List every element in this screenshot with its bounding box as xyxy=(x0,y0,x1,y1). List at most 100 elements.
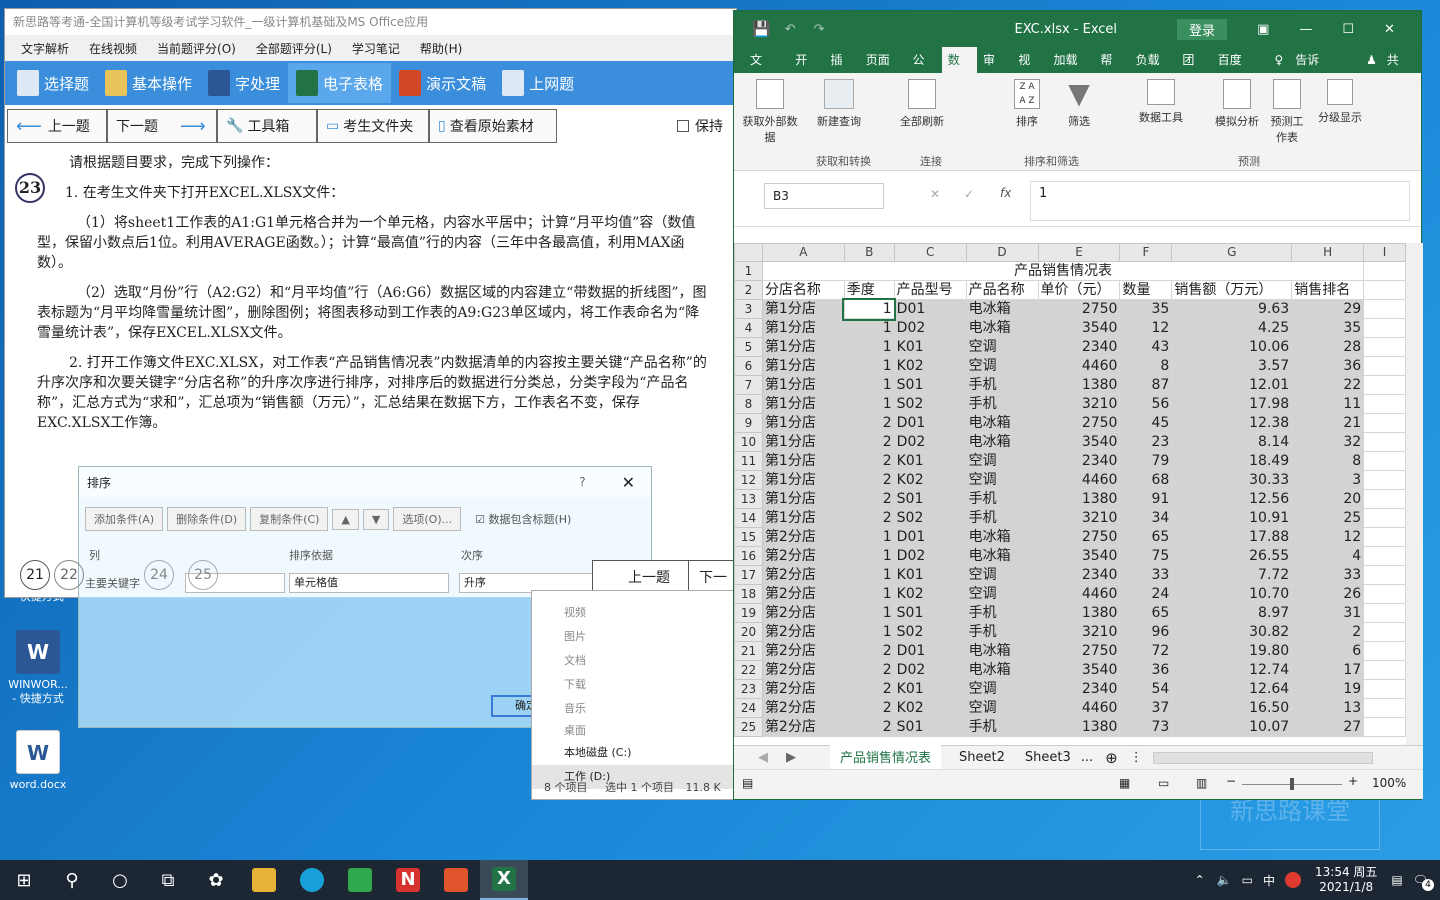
cell[interactable]: 电冰箱 xyxy=(965,318,1039,338)
n-app[interactable]: N xyxy=(384,860,432,900)
cell[interactable]: 4460 xyxy=(1037,584,1121,604)
cell[interactable]: 1 xyxy=(843,394,895,414)
cell[interactable]: 10.06 xyxy=(1171,337,1293,357)
cell[interactable]: 35 xyxy=(1291,318,1365,338)
forecast-button[interactable]: 预测工作表 xyxy=(1266,77,1308,145)
clock[interactable]: 13:54 周五 2021/1/8 xyxy=(1315,865,1377,895)
zoom-out-icon[interactable]: − xyxy=(1226,774,1236,788)
cell[interactable]: 第1分店 xyxy=(761,413,845,433)
cell[interactable]: K01 xyxy=(893,679,967,699)
sheet-tab[interactable]: Sheet2 xyxy=(951,747,1013,768)
cell[interactable]: 第1分店 xyxy=(761,432,845,452)
sogou-icon[interactable] xyxy=(1285,872,1302,888)
module-excel[interactable]: 电子表格 xyxy=(288,63,392,103)
desktop-notes-icon[interactable]: ▤ xyxy=(1391,873,1402,887)
cell[interactable]: S02 xyxy=(893,508,967,528)
cell[interactable]: 第2分店 xyxy=(761,698,845,718)
cell[interactable]: 79 xyxy=(1119,451,1173,471)
row-header[interactable]: 23 xyxy=(734,679,763,699)
menu-item[interactable]: 在线视频 xyxy=(89,40,137,57)
macro-icon[interactable]: ▤ xyxy=(742,776,753,790)
cell[interactable]: 3540 xyxy=(1037,432,1121,452)
cell[interactable]: 2340 xyxy=(1037,565,1121,585)
cell[interactable]: 4.25 xyxy=(1171,318,1293,338)
cell[interactable]: S01 xyxy=(893,375,967,395)
module-ppt[interactable]: 演示文稿 xyxy=(391,63,494,103)
save-icon[interactable]: 💾 xyxy=(752,20,771,38)
camtasia-app[interactable] xyxy=(336,860,384,900)
cell[interactable]: 10.91 xyxy=(1171,508,1293,528)
cell[interactable]: 2 xyxy=(843,432,895,452)
cell[interactable]: 34 xyxy=(1119,508,1173,528)
cell[interactable]: 12 xyxy=(1291,527,1365,547)
fx-icon[interactable]: fx xyxy=(1000,186,1011,200)
cell[interactable]: 第2分店 xyxy=(761,717,845,737)
menu-item[interactable]: 当前题评分(O) xyxy=(157,40,236,57)
redo-icon[interactable]: ↷ xyxy=(814,22,825,37)
exam-folder-button[interactable]: ▭ 考生文件夹 xyxy=(317,109,429,143)
row-header[interactable]: 8 xyxy=(734,394,763,414)
cell[interactable]: 第1分店 xyxy=(761,470,845,490)
tab-team[interactable]: 团队 xyxy=(1176,47,1211,93)
cell[interactable]: 空调 xyxy=(965,584,1039,604)
cell[interactable]: 3210 xyxy=(1037,622,1121,642)
cell[interactable]: 2750 xyxy=(1037,413,1121,433)
cell[interactable]: 12.74 xyxy=(1171,660,1293,680)
cell[interactable]: 电冰箱 xyxy=(965,641,1039,661)
module-internet[interactable]: 上网题 xyxy=(494,63,582,103)
task-view-button[interactable]: ⧉ xyxy=(144,860,192,900)
cell[interactable]: 33 xyxy=(1119,565,1173,585)
has-header-checkbox[interactable]: ☑ 数据包含标题(H) xyxy=(475,511,571,527)
cell[interactable] xyxy=(1363,280,1406,300)
cell[interactable]: 21 xyxy=(1291,413,1365,433)
cell[interactable]: 第1分店 xyxy=(761,356,845,376)
winword-shortcut[interactable]: W WINWOR... - 快捷方式 xyxy=(6,630,70,706)
column-header[interactable]: D xyxy=(965,243,1039,262)
volume-icon[interactable]: 🔈 xyxy=(1217,873,1232,887)
cell[interactable]: 8.14 xyxy=(1171,432,1293,452)
cell[interactable] xyxy=(1363,489,1406,509)
c-app[interactable] xyxy=(432,860,480,900)
cell[interactable]: 1 xyxy=(842,297,897,321)
cell[interactable] xyxy=(1363,603,1406,623)
word-docx-file[interactable]: W word.docx xyxy=(6,730,70,792)
cell[interactable]: 24 xyxy=(1119,584,1173,604)
row-header[interactable]: 22 xyxy=(734,660,763,680)
cell[interactable]: D01 xyxy=(893,641,967,661)
header-cell[interactable]: 产品型号 xyxy=(893,280,967,300)
cell[interactable]: 72 xyxy=(1119,641,1173,661)
row-header[interactable]: 16 xyxy=(734,546,763,566)
cell[interactable]: 手机 xyxy=(965,603,1039,623)
cell[interactable]: 3210 xyxy=(1037,394,1121,414)
data-tools-button[interactable]: 数据工具 xyxy=(1134,77,1188,125)
normal-view-icon[interactable]: ▦ xyxy=(1119,776,1130,790)
column-header[interactable]: B xyxy=(843,243,895,262)
cell[interactable]: 36 xyxy=(1119,660,1173,680)
row-header[interactable]: 4 xyxy=(734,318,763,338)
tray-expand-icon[interactable]: ⌃ xyxy=(1195,873,1205,887)
nav-item[interactable]: 下载 xyxy=(532,673,735,697)
tab-insert[interactable]: 插入 xyxy=(824,47,859,93)
cell[interactable]: 1 xyxy=(843,546,895,566)
cell[interactable]: 2 xyxy=(843,641,895,661)
cell[interactable]: 电冰箱 xyxy=(965,413,1039,433)
page-layout-icon[interactable]: ▭ xyxy=(1158,776,1169,790)
select-all-corner[interactable] xyxy=(734,243,763,262)
cell[interactable]: 43 xyxy=(1119,337,1173,357)
page-break-icon[interactable]: ▥ xyxy=(1196,776,1207,790)
sheet-table[interactable]: A B C D E F G H I 1 产品销售情况表 2 分店名称 季度 产品型号 产品名称 单价（元） 数量销… xyxy=(734,243,1406,737)
cell[interactable]: 29 xyxy=(1291,299,1365,319)
cell[interactable]: 23 xyxy=(1119,432,1173,452)
cell[interactable] xyxy=(1363,394,1406,414)
cell[interactable]: D01 xyxy=(893,527,967,547)
pager-item[interactable]: 24 xyxy=(144,560,174,590)
close-icon[interactable]: ✕ xyxy=(622,473,635,492)
cell[interactable]: 2750 xyxy=(1037,527,1121,547)
cell[interactable]: 3540 xyxy=(1037,660,1121,680)
row-header[interactable]: 13 xyxy=(734,489,763,509)
row-header[interactable]: 9 xyxy=(734,413,763,433)
cell[interactable] xyxy=(1363,261,1406,281)
cell[interactable] xyxy=(1363,565,1406,585)
cell[interactable]: 电冰箱 xyxy=(965,299,1039,319)
cell[interactable]: 87 xyxy=(1119,375,1173,395)
